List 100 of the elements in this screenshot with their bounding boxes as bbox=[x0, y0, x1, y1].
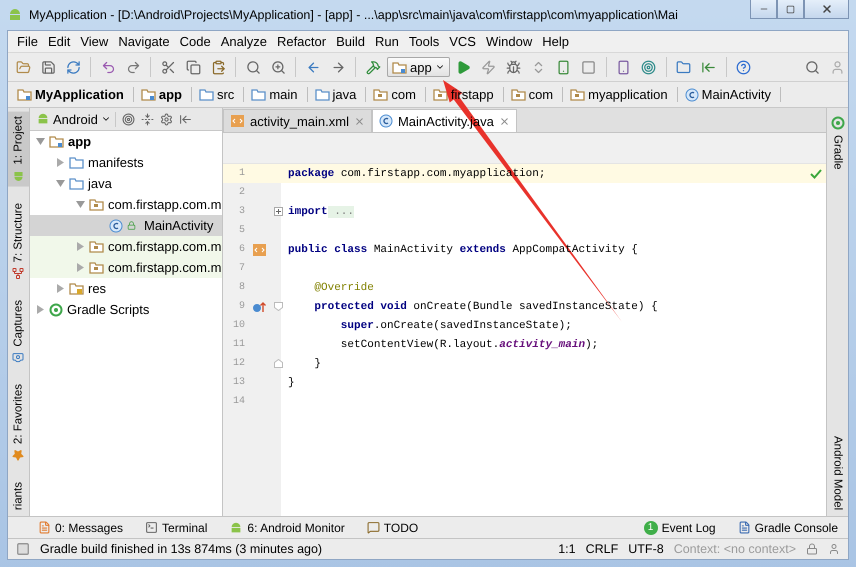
menu-item[interactable]: VCS bbox=[444, 34, 481, 49]
expand-fold-icon[interactable] bbox=[274, 207, 282, 216]
menu-item[interactable]: File bbox=[12, 34, 43, 49]
bug-icon[interactable] bbox=[506, 60, 522, 74]
tool-window-tab[interactable]: 2: Favorites bbox=[8, 380, 29, 466]
tool-window-tab[interactable]: 1 Event Log bbox=[644, 520, 716, 534]
tool-window-tab[interactable]: 1: Project bbox=[8, 112, 29, 187]
tool-window-tab[interactable]: Captures bbox=[8, 296, 29, 368]
forward-icon[interactable] bbox=[330, 60, 346, 74]
menu-item[interactable]: View bbox=[75, 34, 114, 49]
import-icon[interactable] bbox=[701, 60, 716, 74]
tool-window-tab[interactable]: 0: Messages bbox=[38, 520, 124, 534]
sync-icon[interactable] bbox=[66, 60, 80, 74]
collapse-icon[interactable] bbox=[140, 112, 154, 126]
panel-toggle-icon[interactable] bbox=[16, 542, 30, 556]
breadcrumb[interactable]: app bbox=[138, 87, 192, 102]
help-icon[interactable] bbox=[736, 60, 752, 74]
menu-item[interactable]: Code bbox=[174, 34, 216, 49]
lock-icon[interactable] bbox=[806, 543, 818, 555]
close-icon[interactable] bbox=[354, 116, 365, 126]
device-icon[interactable] bbox=[616, 60, 632, 74]
folder-icon bbox=[17, 88, 32, 101]
menu-item[interactable]: Tools bbox=[404, 34, 444, 49]
locate-icon[interactable] bbox=[122, 112, 135, 126]
tool-window-tab[interactable]: TODO bbox=[366, 520, 418, 534]
breadcrumb[interactable]: src bbox=[196, 87, 244, 102]
expanded-arrow-icon[interactable] bbox=[56, 179, 65, 188]
undo-icon[interactable] bbox=[100, 60, 116, 74]
run-icon[interactable] bbox=[456, 60, 472, 74]
close-icon[interactable] bbox=[498, 116, 510, 126]
cursor-position[interactable]: 1:1 bbox=[558, 542, 576, 556]
tree-item[interactable]: com.firstapp.com.m bbox=[30, 257, 222, 278]
tool-window-tab[interactable]: Gradle bbox=[827, 112, 848, 174]
tree-item[interactable]: res bbox=[30, 278, 222, 299]
tree-item[interactable]: app bbox=[30, 131, 222, 152]
phone-icon[interactable] bbox=[556, 60, 572, 74]
collapsed-arrow-icon[interactable] bbox=[76, 263, 85, 272]
close-button[interactable] bbox=[804, 0, 849, 19]
search-icon[interactable] bbox=[246, 60, 260, 74]
maximize-button[interactable] bbox=[777, 0, 804, 19]
expanded-arrow-icon[interactable] bbox=[36, 137, 45, 146]
cut-icon[interactable] bbox=[160, 60, 176, 74]
hammer-icon[interactable] bbox=[366, 60, 380, 74]
tree-item[interactable]: com.firstapp.com.m bbox=[30, 236, 222, 257]
run-configuration-dropdown[interactable]: app bbox=[387, 57, 450, 77]
breadcrumb[interactable]: MyApplication bbox=[14, 87, 134, 102]
inspector-icon[interactable] bbox=[828, 543, 840, 555]
tree-item[interactable]: com.firstapp.com.m bbox=[30, 194, 222, 215]
breadcrumb[interactable]: com bbox=[508, 87, 564, 102]
search-icon[interactable] bbox=[804, 60, 820, 74]
redo-icon[interactable] bbox=[126, 60, 140, 74]
stop-icon[interactable] bbox=[581, 60, 596, 74]
paste-icon[interactable] bbox=[210, 60, 226, 74]
tree-item[interactable]: java bbox=[30, 173, 222, 194]
breadcrumb[interactable]: myapplication bbox=[567, 87, 678, 102]
zoom-icon[interactable] bbox=[270, 60, 286, 74]
tool-window-tab[interactable]: riants bbox=[8, 478, 29, 514]
fold-end-icon[interactable] bbox=[274, 359, 282, 368]
back-icon[interactable] bbox=[306, 60, 320, 74]
tool-window-tab[interactable]: 6: Android Monitor bbox=[229, 520, 345, 534]
menu-item[interactable]: Run bbox=[370, 34, 404, 49]
menu-item[interactable]: Refactor bbox=[272, 34, 332, 49]
copy-icon[interactable] bbox=[186, 60, 200, 74]
tool-window-tab[interactable]: Android Model bbox=[827, 432, 848, 514]
breadcrumb[interactable]: com bbox=[370, 87, 426, 102]
menu-item[interactable]: Edit bbox=[42, 34, 76, 49]
override-icon[interactable] bbox=[252, 300, 266, 312]
menu-item[interactable]: Analyze bbox=[216, 34, 272, 49]
hide-icon[interactable] bbox=[178, 112, 192, 126]
tree-item[interactable]: manifests bbox=[30, 152, 222, 173]
save-icon[interactable] bbox=[40, 60, 56, 74]
encoding[interactable]: UTF-8 bbox=[628, 542, 664, 556]
fold-start-icon[interactable] bbox=[274, 302, 282, 311]
open-folder-icon[interactable] bbox=[16, 60, 30, 74]
folder-icon[interactable] bbox=[676, 60, 692, 74]
editor-tab[interactable]: activity_main.xml bbox=[223, 109, 372, 132]
tool-window-tab[interactable]: 7: Structure bbox=[8, 199, 29, 284]
collapsed-arrow-icon[interactable] bbox=[56, 158, 65, 167]
tool-window-tab[interactable]: Terminal bbox=[145, 520, 208, 534]
collapsed-arrow-icon[interactable] bbox=[56, 284, 65, 293]
lightning-icon[interactable] bbox=[481, 60, 496, 74]
breadcrumb[interactable]: main bbox=[248, 87, 308, 102]
breadcrumb[interactable]: MainActivity bbox=[682, 87, 781, 102]
layout-file-icon[interactable] bbox=[252, 242, 266, 256]
settings-icon[interactable] bbox=[160, 112, 173, 126]
menu-item[interactable]: Build bbox=[331, 34, 370, 49]
tree-item[interactable]: MainActivity bbox=[30, 215, 222, 236]
user-icon[interactable] bbox=[830, 60, 844, 74]
tool-window-tab[interactable]: Gradle Console bbox=[738, 520, 838, 534]
breadcrumb[interactable]: java bbox=[312, 87, 366, 102]
menu-item[interactable]: Window bbox=[480, 34, 538, 49]
collapsed-arrow-icon[interactable] bbox=[76, 242, 85, 251]
line-separator[interactable]: CRLF bbox=[586, 542, 618, 556]
menu-item[interactable]: Navigate bbox=[113, 34, 175, 49]
collapsed-arrow-icon[interactable] bbox=[36, 305, 45, 314]
tree-item-label: res bbox=[88, 281, 106, 296]
expanded-arrow-icon[interactable] bbox=[76, 200, 85, 209]
target-icon[interactable] bbox=[641, 60, 656, 74]
menu-item[interactable]: Help bbox=[537, 34, 574, 49]
tree-item[interactable]: Gradle Scripts bbox=[30, 299, 222, 320]
